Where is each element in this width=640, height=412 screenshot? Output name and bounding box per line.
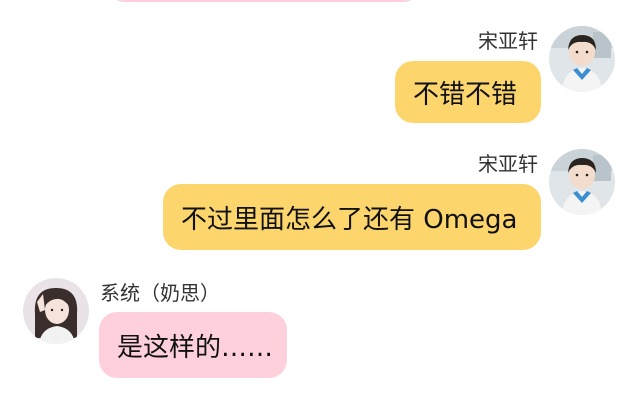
sender-name: 系统（奶思） [100,281,220,305]
sender-name: 宋亚轩 [478,29,538,53]
sender-name: 宋亚轩 [478,152,538,176]
boy-avatar-icon[interactable] [549,149,615,215]
message-text: 不错不错 [413,79,518,110]
message-text: 不过里面怎么了还有 Omega [181,204,518,235]
message-text: 是这样的…… [117,332,274,363]
message-bubble[interactable]: 不过里面怎么了还有 Omega [163,184,541,250]
girl-avatar-icon[interactable] [23,278,89,344]
previous-message-bubble [110,0,418,2]
message-bubble[interactable]: 不错不错 [395,61,541,123]
boy-avatar-icon[interactable] [549,26,615,92]
message-bubble[interactable]: 是这样的…… [99,312,287,378]
